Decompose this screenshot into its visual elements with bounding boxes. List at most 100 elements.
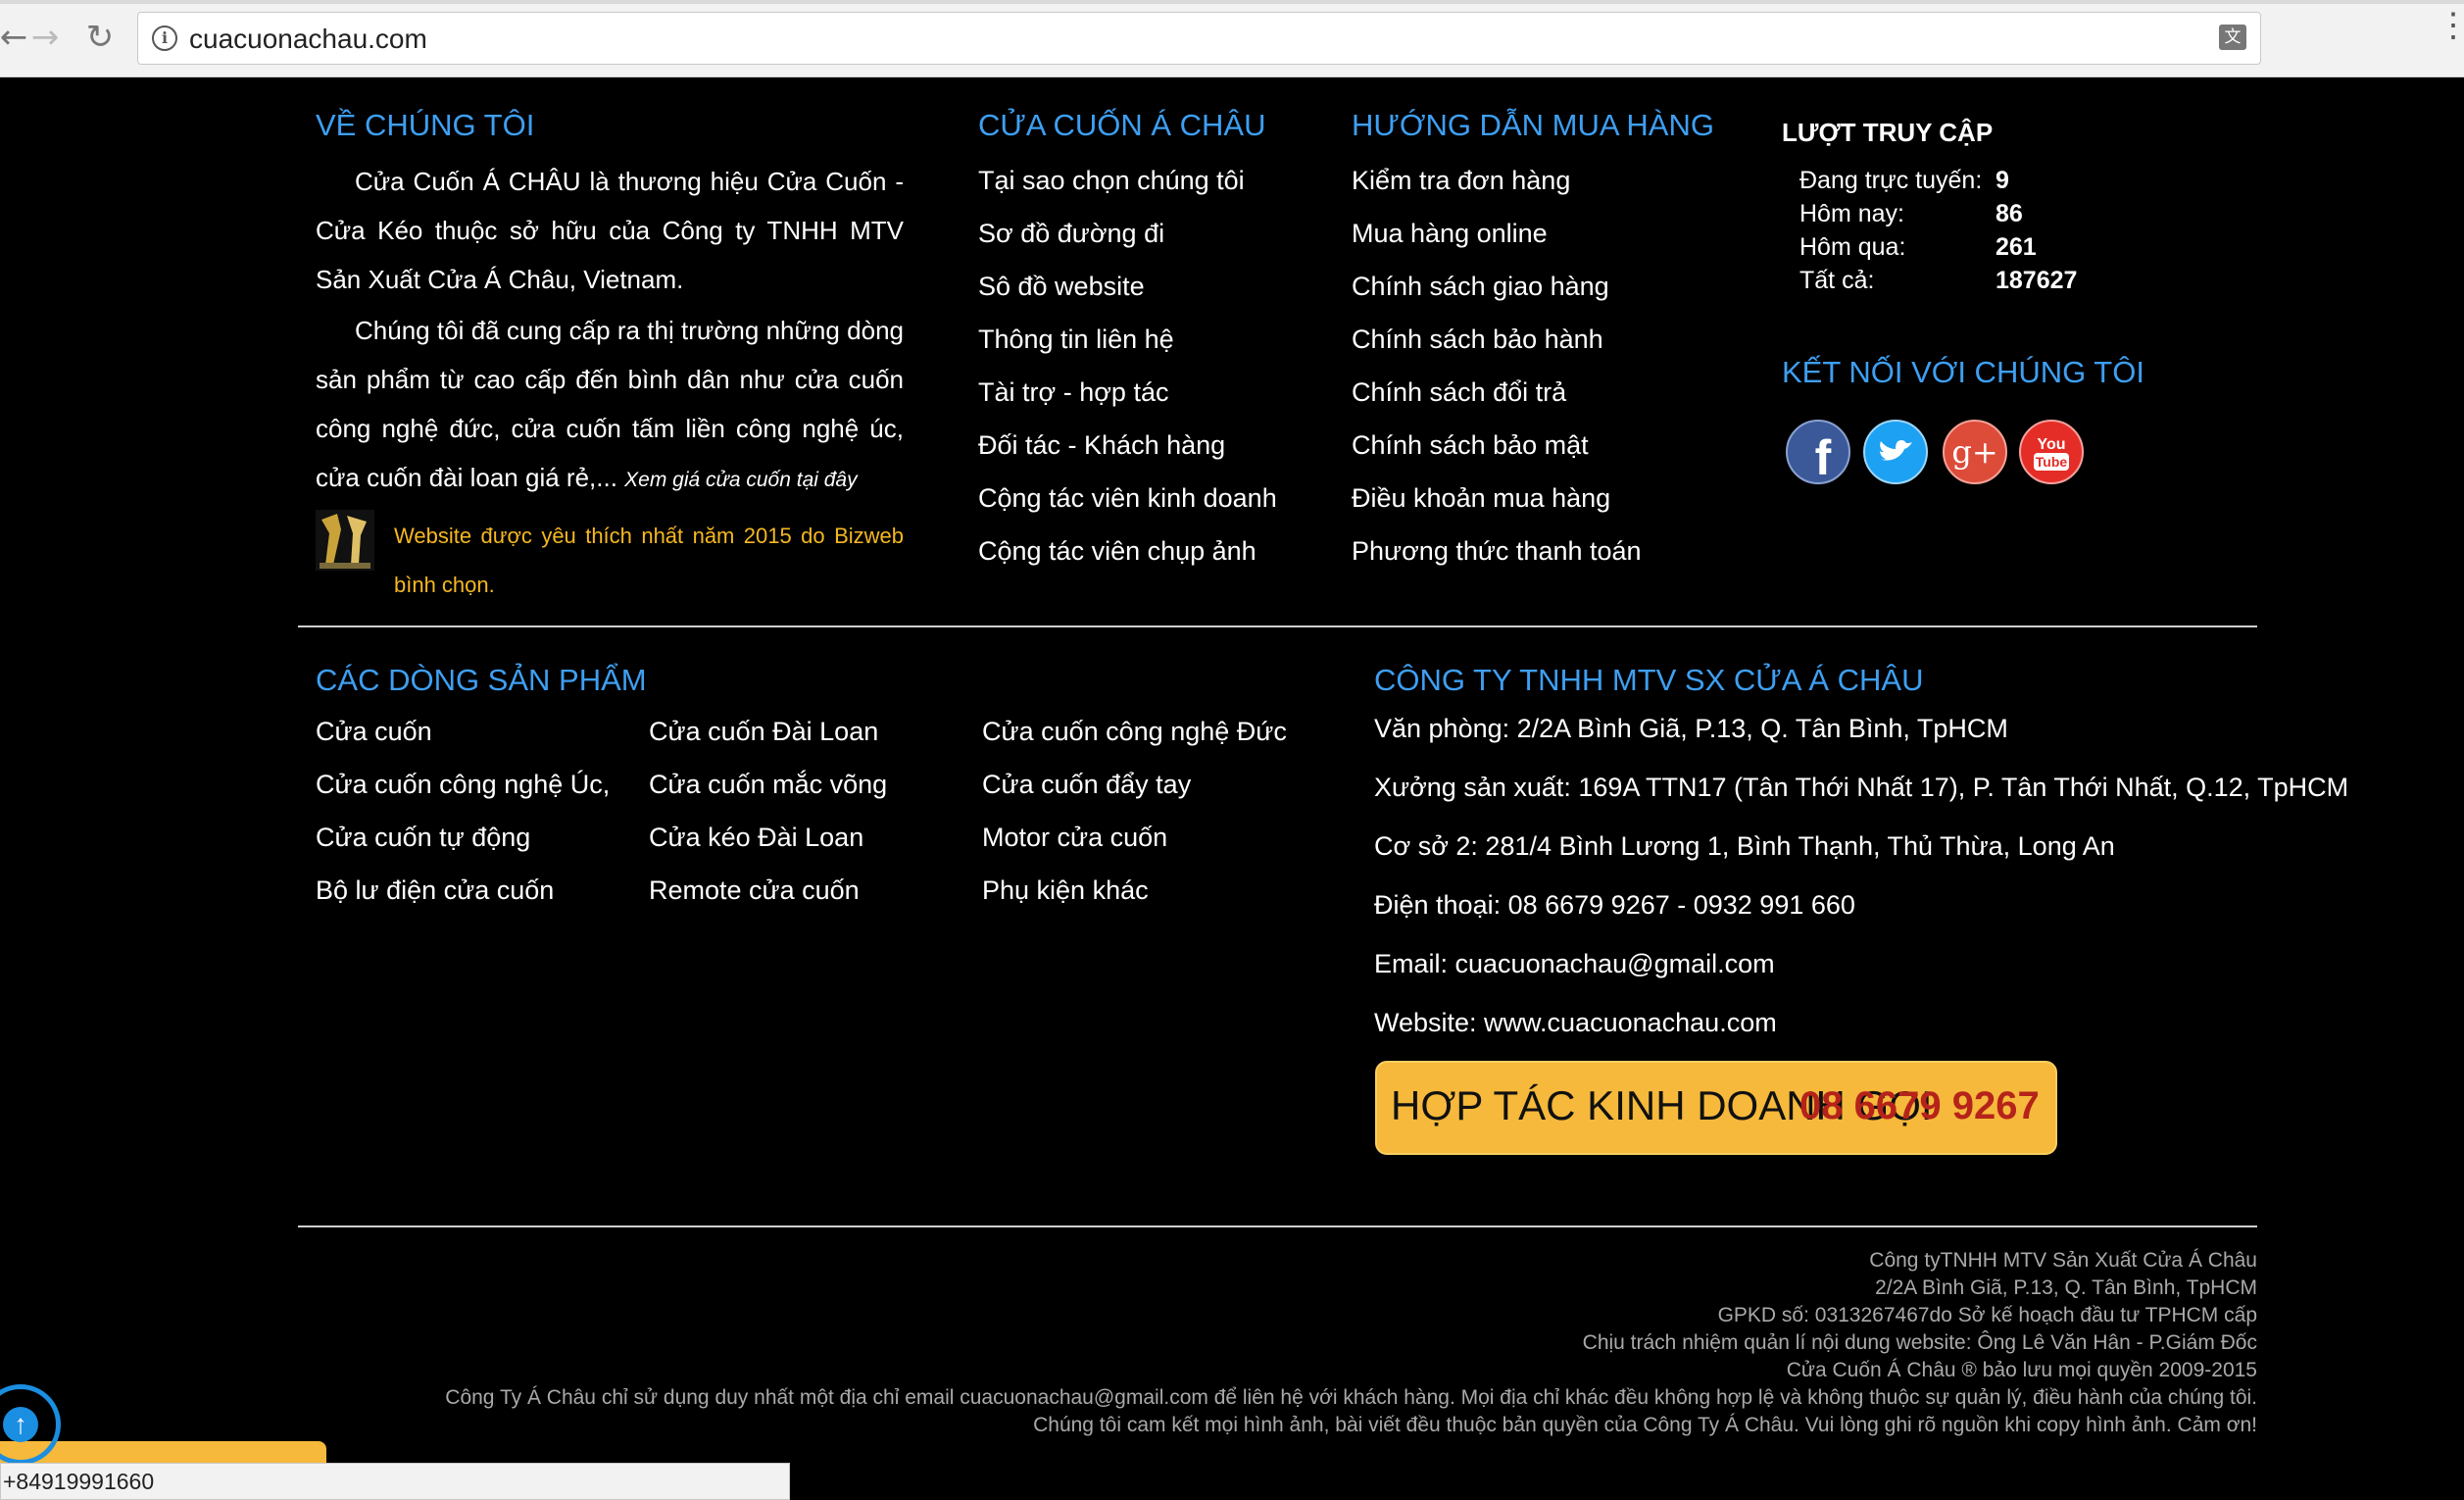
reload-icon: ↻: [85, 18, 115, 57]
stat-today: Hôm nay: 86: [1799, 200, 2023, 228]
product-link[interactable]: Remote cửa cuốn: [649, 864, 887, 917]
guide-link[interactable]: Chính sách đổi trả: [1352, 366, 1642, 419]
company-link[interactable]: Sô đồ website: [978, 260, 1277, 313]
company-link[interactable]: Tại sao chọn chúng tôi: [978, 154, 1277, 207]
award-text[interactable]: Website được yêu thích nhất năm 2015 do …: [394, 512, 904, 610]
arrow-up-icon: ↑: [3, 1407, 38, 1442]
more-vertical-icon: ⋮: [2437, 7, 2464, 44]
google-plus-button[interactable]: g+: [1943, 420, 2007, 484]
business-call-banner[interactable]: HỢP TÁC KINH DOANH GỌI 08 6679 9267: [1375, 1061, 2057, 1155]
product-link[interactable]: Cửa cuốn: [316, 705, 610, 758]
back-icon: ←: [0, 18, 28, 57]
tab-strip: [0, 0, 2464, 4]
contact-heading: CÔNG TY TNHH MTV SX CỬA Á CHÂU: [1374, 663, 1924, 697]
copyright-line: GPKD số: 0313267467do Sở kế hoạch đầu tư…: [1717, 1304, 2257, 1326]
guide-link[interactable]: Phương thức thanh toán: [1352, 525, 1642, 577]
product-link[interactable]: Bộ lư điện cửa cuốn: [316, 864, 610, 917]
stat-total: Tất cả: 187627: [1799, 267, 2077, 295]
price-link[interactable]: Xem giá cửa cuốn tại đây: [624, 469, 857, 491]
facebook-glyph: f: [1815, 430, 1832, 484]
connect-heading: KẾT NỐI VỚI CHÚNG TÔI: [1782, 355, 2144, 389]
products-col-2: Cửa cuốn Đài Loan Cửa cuốn mắc võng Cửa …: [649, 705, 887, 917]
about-paragraph-2: Chúng tôi đã cung cấp ra thị trường nhữn…: [316, 306, 904, 505]
guide-link[interactable]: Chính sách giao hàng: [1352, 260, 1642, 313]
divider: [298, 625, 2257, 627]
company-link[interactable]: Tài trợ - hợp tác: [978, 366, 1277, 419]
youtube-icon: You Tube: [2019, 420, 2084, 484]
reload-button[interactable]: ↻: [80, 18, 120, 57]
twitter-icon: [1863, 420, 1928, 484]
about-text-1: Cửa Cuốn Á CHÂU là thương hiệu Cửa Cuốn …: [316, 167, 904, 294]
stat-label: Hôm nay:: [1799, 200, 1904, 227]
address-bar-url[interactable]: cuacuonachau.com: [189, 24, 427, 55]
products-heading: CÁC DÒNG SẢN PHẨM: [316, 663, 647, 697]
product-link[interactable]: Motor cửa cuốn: [982, 811, 1287, 864]
trophy-icon: [316, 510, 374, 571]
site-info-icon[interactable]: i: [152, 25, 177, 51]
contact-email: Email: cuacuonachau@gmail.com: [1374, 949, 1775, 978]
company-links-heading: CỬA CUỐN Á CHÂU: [978, 108, 1266, 142]
product-link[interactable]: Cửa cuốn Đài Loan: [649, 705, 887, 758]
product-link[interactable]: Cửa cuốn công nghệ Úc,: [316, 758, 610, 811]
facebook-button[interactable]: f: [1786, 420, 1850, 484]
translate-icon[interactable]: 文: [2219, 25, 2246, 50]
copyright-line: Chịu trách nhiệm quản lí nội dung websit…: [1582, 1331, 2257, 1354]
visits-heading: LƯỢT TRUY CẬP: [1782, 118, 1994, 147]
stat-label: Đang trực tuyến:: [1799, 167, 1983, 194]
youtube-button[interactable]: You Tube: [2019, 420, 2084, 484]
company-link[interactable]: Đối tác - Khách hàng: [978, 419, 1277, 472]
product-link[interactable]: Cửa kéo Đài Loan: [649, 811, 887, 864]
forward-button[interactable]: →: [25, 18, 65, 57]
guide-link[interactable]: Mua hàng online: [1352, 207, 1642, 260]
stat-label: Hôm qua:: [1799, 233, 1906, 261]
copyright-line: 2/2A Bình Giã, P.13, Q. Tân Bình, TpHCM: [1875, 1276, 2257, 1299]
browser-menu-button[interactable]: ⋮: [2437, 9, 2464, 57]
about-text-2: Chúng tôi đã cung cấp ra thị trường nhữn…: [316, 316, 904, 492]
guide-link[interactable]: Chính sách bảo hành: [1352, 313, 1642, 366]
google-plus-icon: g+: [1943, 420, 2007, 484]
contact-branch: Cơ sở 2: 281/4 Bình Lương 1, Bình Thạnh,…: [1374, 831, 2115, 861]
status-bar-url: +84919991660: [0, 1463, 790, 1500]
contact-website: Website: www.cuacuonachau.com: [1374, 1008, 1777, 1037]
products-col-3: Cửa cuốn công nghệ Đức Cửa cuốn đẩy tay …: [982, 705, 1287, 917]
guide-link[interactable]: Điều khoản mua hàng: [1352, 472, 1642, 525]
cta-phone: 08 6679 9267: [1799, 1084, 2040, 1127]
about-heading: VỀ CHÚNG TÔI: [316, 108, 535, 142]
google-plus-glyph: g+: [1951, 433, 1997, 471]
copyright-line: Chúng tôi cam kết mọi hình ảnh, bài viết…: [1033, 1414, 2257, 1436]
contact-factory: Xưởng sản xuất: 169A TTN17 (Tân Thới Nhấ…: [1374, 773, 2349, 802]
facebook-icon: f: [1786, 420, 1850, 484]
divider: [298, 1225, 2257, 1227]
stat-value: 9: [1996, 167, 2009, 194]
stat-label: Tất cả:: [1799, 267, 1875, 294]
product-link[interactable]: Cửa cuốn công nghệ Đức: [982, 705, 1287, 758]
browser-toolbar: ← → ↻ i cuacuonachau.com 文 ⋮: [0, 0, 2464, 77]
forward-icon: →: [30, 18, 60, 57]
copyright-line: Cửa Cuốn Á Châu ® bảo lưu mọi quyền 2009…: [1786, 1359, 2257, 1381]
twitter-button[interactable]: [1863, 420, 1928, 484]
company-link[interactable]: Cộng tác viên chụp ảnh: [978, 525, 1277, 577]
stat-value: 187627: [1996, 267, 2078, 294]
about-paragraph-1: Cửa Cuốn Á CHÂU là thương hiệu Cửa Cuốn …: [316, 157, 904, 304]
copyright-line: Công Ty Á Châu chỉ sử dụng duy nhất một …: [445, 1386, 2257, 1409]
company-link[interactable]: Sơ đồ đường đi: [978, 207, 1277, 260]
guide-links-list: Kiểm tra đơn hàng Mua hàng online Chính …: [1352, 154, 1642, 577]
youtube-glyph-bottom: Tube: [2036, 454, 2068, 470]
contact-office: Văn phòng: 2/2A Bình Giã, P.13, Q. Tân B…: [1374, 714, 2008, 743]
product-link[interactable]: Cửa cuốn mắc võng: [649, 758, 887, 811]
guide-link[interactable]: Chính sách bảo mật: [1352, 419, 1642, 472]
product-link[interactable]: Phụ kiện khác: [982, 864, 1287, 917]
stat-online: Đang trực tuyến: 9: [1799, 167, 2009, 195]
products-col-1: Cửa cuốn Cửa cuốn công nghệ Úc, Cửa cuốn…: [316, 705, 610, 917]
stat-value: 261: [1996, 233, 2037, 261]
address-bar[interactable]: i cuacuonachau.com 文: [137, 12, 2261, 65]
stat-yesterday: Hôm qua: 261: [1799, 233, 2037, 262]
contact-phone: Điện thoại: 08 6679 9267 - 0932 991 660: [1374, 890, 1855, 920]
youtube-glyph-top: You: [2037, 436, 2065, 453]
company-link[interactable]: Cộng tác viên kinh doanh: [978, 472, 1277, 525]
guide-link[interactable]: Kiểm tra đơn hàng: [1352, 154, 1642, 207]
product-link[interactable]: Cửa cuốn đẩy tay: [982, 758, 1287, 811]
product-link[interactable]: Cửa cuốn tự động: [316, 811, 610, 864]
company-links-list: Tại sao chọn chúng tôi Sơ đồ đường đi Sô…: [978, 154, 1277, 577]
company-link[interactable]: Thông tin liên hệ: [978, 313, 1277, 366]
